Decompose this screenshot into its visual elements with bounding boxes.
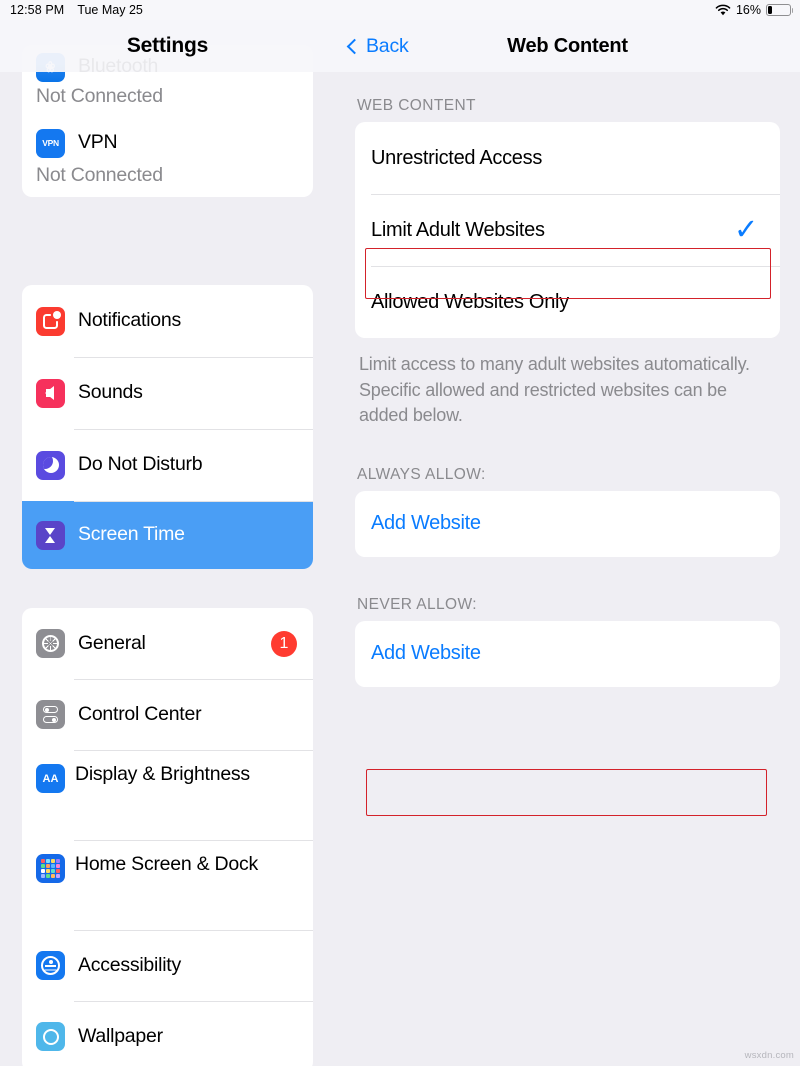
sidebar-item-general[interactable]: General 1 bbox=[22, 608, 313, 679]
add-website-never-allow-button[interactable]: Add Website bbox=[355, 621, 780, 687]
wifi-icon bbox=[715, 4, 731, 16]
section-header-web-content: WEB CONTENT bbox=[357, 97, 476, 114]
display-brightness-icon: AA bbox=[36, 764, 65, 793]
option-label: Unrestricted Access bbox=[371, 146, 543, 169]
section-header-never-allow: NEVER ALLOW: bbox=[357, 595, 477, 613]
sidebar-item-label: General bbox=[78, 631, 146, 654]
back-button-label: Back bbox=[366, 34, 409, 57]
settings-sidebar: ❀ Bluetooth Not Connected VPN VPN Not Co… bbox=[0, 0, 335, 1066]
general-gear-icon bbox=[36, 629, 65, 658]
add-website-always-allow-button[interactable]: Add Website bbox=[355, 491, 780, 557]
status-bar-left: 12:58 PM Tue May 25 bbox=[0, 0, 335, 20]
add-website-label: Add Website bbox=[371, 512, 481, 535]
sidebar-item-label: Notifications bbox=[78, 309, 181, 332]
option-label: Limit Adult Websites bbox=[371, 218, 545, 241]
option-unrestricted-access[interactable]: Unrestricted Access bbox=[355, 122, 780, 194]
option-limit-adult-websites[interactable]: Limit Adult Websites ✓ bbox=[355, 194, 780, 266]
sidebar-item-notifications[interactable]: Notifications bbox=[22, 285, 313, 357]
chevron-left-icon bbox=[346, 38, 363, 54]
sidebar-item-subtitle: Not Connected bbox=[36, 85, 163, 107]
screen-time-icon bbox=[36, 520, 65, 550]
sidebar-item-label: VPN bbox=[78, 131, 118, 154]
sidebar-item-vpn[interactable]: VPN VPN bbox=[22, 118, 313, 168]
sounds-icon bbox=[36, 378, 65, 408]
checkmark-icon: ✓ bbox=[734, 213, 758, 246]
sidebar-header: Settings bbox=[0, 20, 335, 72]
sidebar-item-do-not-disturb[interactable]: Do Not Disturb bbox=[22, 429, 313, 501]
sidebar-item-label: Display & Brightness bbox=[75, 763, 250, 785]
sidebar-item-label: Accessibility bbox=[78, 953, 181, 976]
section-header-always-allow: ALWAYS ALLOW: bbox=[357, 465, 486, 483]
sidebar-group-device: General 1 Control Center AA Display & Br… bbox=[22, 608, 313, 1066]
sidebar-item-label: Home Screen & Dock bbox=[75, 853, 258, 875]
detail-content: WEB CONTENT Unrestricted Access Limit Ad… bbox=[335, 72, 800, 1066]
web-content-detail-panel: 16% Back Web Content WEB CONTENT Unrestr… bbox=[335, 0, 800, 1066]
sidebar-item-display-brightness[interactable]: AA Display & Brightness bbox=[22, 750, 313, 840]
sidebar-item-label: Wallpaper bbox=[78, 1024, 163, 1047]
status-badge: 1 bbox=[271, 630, 297, 657]
status-bar-right: 16% bbox=[335, 0, 800, 20]
battery-icon bbox=[766, 4, 794, 16]
sidebar-item-label: Control Center bbox=[78, 702, 202, 725]
accessibility-icon bbox=[36, 951, 65, 980]
sidebar-item-control-center[interactable]: Control Center bbox=[22, 679, 313, 750]
sidebar-item-home-screen-dock[interactable]: Home Screen & Dock bbox=[22, 840, 313, 930]
back-button[interactable]: Back bbox=[346, 34, 409, 58]
web-content-options-card: Unrestricted Access Limit Adult Websites… bbox=[355, 122, 780, 338]
always-allow-card: Add Website bbox=[355, 490, 780, 557]
status-date: Tue May 25 bbox=[77, 3, 143, 17]
sidebar-scroll-area[interactable]: ❀ Bluetooth Not Connected VPN VPN Not Co… bbox=[0, 0, 335, 1066]
detail-navigation-bar: Back Web Content bbox=[335, 20, 800, 72]
sidebar-item-subtitle: Not Connected bbox=[36, 164, 163, 186]
notifications-icon bbox=[36, 306, 65, 336]
sidebar-item-wallpaper[interactable]: Wallpaper bbox=[22, 1001, 313, 1066]
home-screen-dock-icon bbox=[36, 854, 65, 883]
vpn-icon: VPN bbox=[36, 128, 65, 158]
add-website-label: Add Website bbox=[371, 642, 481, 665]
option-label: Allowed Websites Only bbox=[371, 290, 569, 313]
control-center-icon bbox=[36, 700, 65, 729]
sidebar-item-screen-time[interactable]: Screen Time bbox=[22, 501, 313, 569]
option-allowed-websites-only[interactable]: Allowed Websites Only bbox=[355, 266, 780, 338]
sidebar-item-label: Screen Time bbox=[78, 523, 185, 546]
sidebar-item-label: Do Not Disturb bbox=[78, 453, 203, 476]
page-title: Settings bbox=[126, 34, 209, 57]
sidebar-item-sounds[interactable]: Sounds bbox=[22, 357, 313, 429]
wallpaper-icon bbox=[36, 1022, 65, 1051]
do-not-disturb-icon bbox=[36, 450, 65, 480]
sidebar-item-accessibility[interactable]: Accessibility bbox=[22, 930, 313, 1001]
sidebar-item-label: Sounds bbox=[78, 381, 143, 404]
status-time: 12:58 PM bbox=[10, 3, 65, 17]
ipad-settings-screen: ❀ Bluetooth Not Connected VPN VPN Not Co… bbox=[0, 0, 800, 1066]
web-content-description: Limit access to many adult websites auto… bbox=[359, 354, 750, 426]
never-allow-card: Add Website bbox=[355, 620, 780, 687]
sidebar-group-system: Notifications Sounds Do Not Disturb Scre… bbox=[22, 285, 313, 569]
battery-percent-label: 16% bbox=[735, 3, 761, 17]
watermark: wsxdn.com bbox=[744, 1050, 794, 1061]
